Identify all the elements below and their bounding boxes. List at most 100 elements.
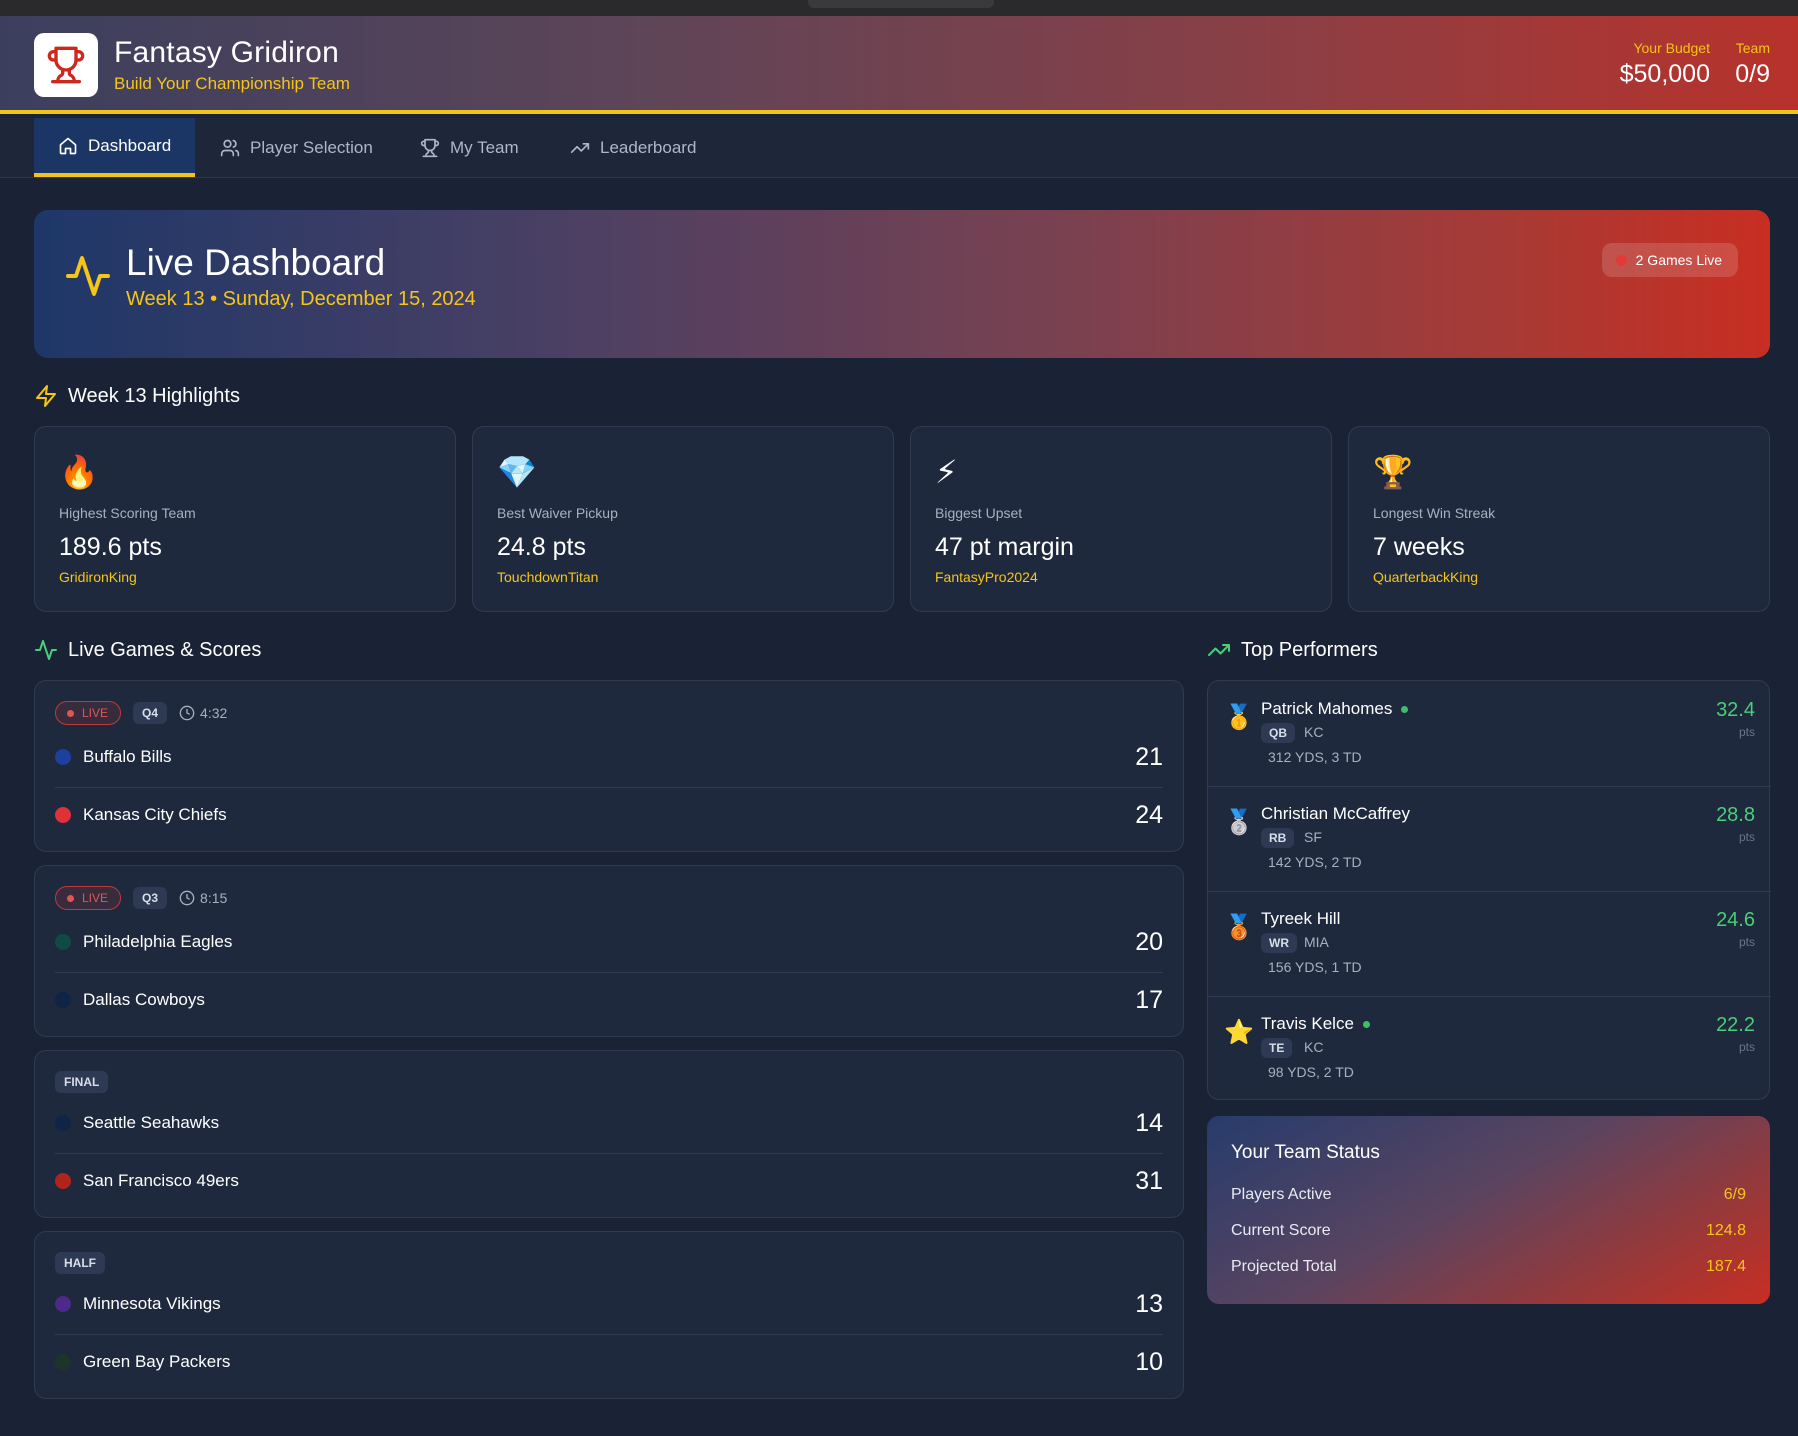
status-row: Projected Total 187.4: [1231, 1258, 1746, 1276]
live-badge: LIVE: [55, 886, 122, 910]
team-score: 24: [1135, 800, 1163, 829]
game-status-tags: LIVE Q3 8:15: [55, 886, 227, 910]
nfl-team: KC: [1304, 724, 1324, 740]
trophy-icon: 🏆: [1373, 454, 1413, 490]
tab-my-team-label: My Team: [450, 138, 519, 157]
team-color-dot: [55, 992, 71, 1008]
live-badge-label: LIVE: [82, 891, 109, 905]
player-name-wrap: Travis Kelce: [1261, 1014, 1370, 1034]
game-clock-value: 4:32: [200, 705, 228, 721]
performer-row[interactable]: 🥈 Christian McCaffrey RB SF 142 YDS, 2 T…: [1208, 786, 1771, 891]
top-performers-heading: Top Performers: [1207, 638, 1378, 662]
app-header: Fantasy Gridiron Build Your Championship…: [0, 16, 1798, 114]
team-row: Dallas Cowboys 17: [55, 972, 1163, 1028]
live-badge-label: LIVE: [82, 706, 109, 720]
app-subtitle: Build Your Championship Team: [114, 74, 350, 93]
highlight-team[interactable]: FantasyPro2024: [935, 569, 1038, 585]
game-status-tags: FINAL: [55, 1071, 109, 1093]
app-title: Fantasy Gridiron: [114, 36, 339, 69]
highlights-title: Week 13 Highlights: [68, 384, 240, 407]
game-card[interactable]: LIVE Q3 8:15 Philadelphia Eagles 20 Dall…: [34, 865, 1184, 1037]
player-points: 32.4: [1716, 699, 1755, 721]
tab-leaderboard-label: Leaderboard: [600, 138, 697, 157]
team-color-dot: [55, 1173, 71, 1189]
team-color-dot: [55, 1296, 71, 1312]
highlight-label: Highest Scoring Team: [59, 505, 196, 521]
player-points: 24.6: [1716, 909, 1755, 931]
online-indicator-icon: [1362, 1020, 1370, 1028]
highlight-value: 189.6 pts: [59, 533, 162, 561]
home-icon: [59, 137, 77, 154]
tab-leaderboard[interactable]: Leaderboard: [546, 118, 720, 178]
tab-player-selection[interactable]: Player Selection: [196, 118, 397, 178]
player-name-wrap: Tyreek Hill: [1261, 909, 1340, 929]
performer-row[interactable]: 🥉 Tyreek Hill WR MIA 156 YDS, 1 TD 24.6 …: [1208, 891, 1771, 996]
player-name-wrap: Christian McCaffrey: [1261, 804, 1410, 824]
points-unit: pts: [1738, 830, 1755, 844]
team-score: 14: [1135, 1108, 1163, 1137]
position-badge: TE: [1261, 1038, 1293, 1058]
final-badge: FINAL: [55, 1071, 109, 1093]
status-label: Players Active: [1231, 1186, 1332, 1203]
nfl-team: MIA: [1304, 934, 1329, 950]
lightning-icon: [36, 385, 56, 407]
highlight-label: Longest Win Streak: [1373, 505, 1496, 521]
clock-icon: [179, 705, 195, 721]
tab-dashboard[interactable]: Dashboard: [34, 118, 196, 177]
player-name: Patrick Mahomes: [1261, 699, 1393, 718]
team-score: 17: [1135, 985, 1163, 1014]
team-status-card: Your Team Status Players Active 6/9 Curr…: [1207, 1116, 1770, 1304]
clock-icon: [179, 890, 195, 906]
game-clock: 8:15: [179, 890, 227, 906]
game-card[interactable]: HALF Minnesota Vikings 13 Green Bay Pack…: [34, 1231, 1184, 1399]
performer-row[interactable]: ⭐ Travis Kelce TE KC 98 YDS, 2 TD 22.2 p…: [1208, 996, 1771, 1101]
game-card[interactable]: LIVE Q4 4:32 Buffalo Bills 21 Kansas Cit…: [34, 680, 1184, 852]
status-value: 187.4: [1705, 1258, 1746, 1275]
status-label: Projected Total: [1231, 1258, 1337, 1275]
points-unit: pts: [1738, 725, 1755, 739]
bronze-medal-icon: 🥉: [1224, 914, 1254, 941]
team-row: Philadelphia Eagles 20: [55, 914, 1163, 970]
tab-my-team[interactable]: My Team: [396, 118, 543, 178]
player-points: 22.2: [1716, 1014, 1755, 1036]
games-live-badge: 2 Games Live: [1601, 243, 1738, 277]
trending-up-icon: [570, 143, 590, 153]
team-color-dot: [55, 807, 71, 823]
app-logo[interactable]: [34, 33, 98, 97]
live-games-title: Live Games & Scores: [68, 638, 262, 661]
team-count-label: Team: [1735, 40, 1770, 56]
highlight-team[interactable]: GridironKing: [59, 569, 137, 585]
team-color-dot: [55, 1115, 71, 1131]
diamond-icon: 💎: [497, 454, 537, 490]
player-name: Tyreek Hill: [1261, 909, 1341, 928]
player-name: Christian McCaffrey: [1261, 804, 1410, 823]
team-count-value: 0/9: [1735, 60, 1770, 88]
game-card[interactable]: FINAL Seattle Seahawks 14 San Francisco …: [34, 1050, 1184, 1218]
points-unit: pts: [1738, 1040, 1755, 1054]
page-title: Live Dashboard: [126, 242, 386, 283]
budget-label: Your Budget: [1633, 40, 1710, 56]
nfl-team: KC: [1304, 1039, 1324, 1055]
team-score: 20: [1135, 927, 1163, 956]
highlight-label: Best Waiver Pickup: [497, 505, 618, 521]
games-live-label: 2 Games Live: [1635, 252, 1722, 268]
tab-player-selection-label: Player Selection: [250, 138, 373, 157]
live-dot-icon: [67, 895, 74, 902]
team-color-dot: [55, 749, 71, 765]
team-row: Kansas City Chiefs 24: [55, 787, 1163, 843]
team-score: 10: [1135, 1347, 1163, 1376]
team-row: Green Bay Packers 10: [55, 1334, 1163, 1390]
top-performers-list: 🥇 Patrick Mahomes QB KC 312 YDS, 3 TD 32…: [1207, 680, 1771, 1101]
team-count-stat: Team 0/9: [1735, 40, 1770, 89]
highlight-card: 🏆 Longest Win Streak 7 weeks Quarterback…: [1348, 426, 1770, 612]
highlight-team[interactable]: TouchdownTitan: [497, 569, 598, 585]
team-score: 13: [1135, 1289, 1163, 1318]
team-name: Minnesota Vikings: [83, 1294, 221, 1313]
highlight-team[interactable]: QuarterbackKing: [1373, 569, 1478, 585]
quarter-badge: Q3: [133, 887, 168, 909]
points-unit: pts: [1738, 935, 1755, 949]
game-status-tags: HALF: [55, 1252, 105, 1274]
performer-row[interactable]: 🥇 Patrick Mahomes QB KC 312 YDS, 3 TD 32…: [1208, 681, 1771, 786]
player-points: 28.8: [1716, 804, 1755, 826]
budget-value: $50,000: [1619, 60, 1710, 88]
